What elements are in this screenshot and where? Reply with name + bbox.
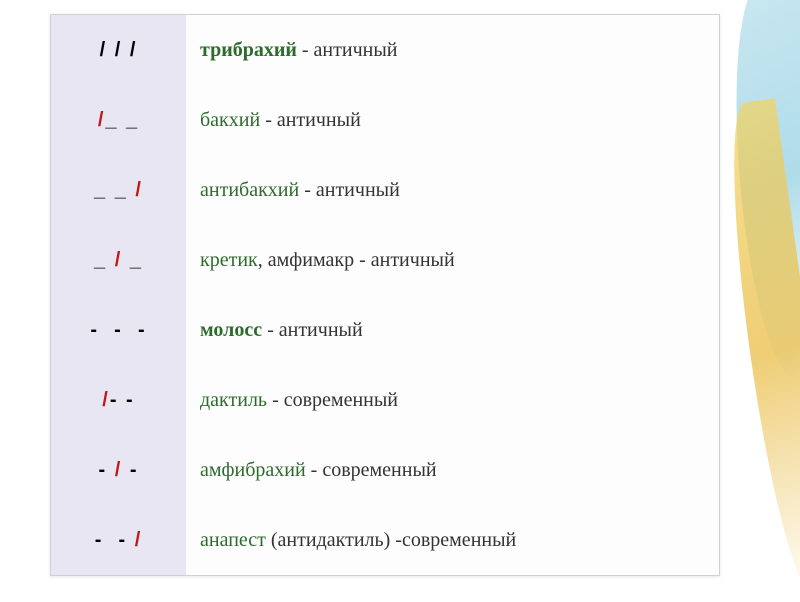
meter-term: анапест — [200, 529, 266, 551]
meter-origin: - современный — [306, 459, 437, 481]
table-row: _ / _ кретик, амфимакр - античный — [51, 225, 719, 295]
table-row: - - - молосс - античный — [51, 295, 719, 365]
meter-term: антибакхий — [200, 179, 299, 201]
description-cell: анапест (антидактиль) -современный — [186, 529, 719, 552]
table-row: - / - амфибрахий - современный — [51, 435, 719, 505]
meter-term: трибрахий — [200, 39, 297, 61]
description-cell: антибакхий - античный — [186, 179, 719, 202]
meter-origin: - античный — [297, 39, 398, 61]
pattern-cell: - / - — [51, 435, 186, 505]
extra-term: , амфимакр — [258, 249, 354, 271]
description-cell: трибрахий - античный — [186, 39, 719, 62]
meter-term: бакхий — [200, 109, 260, 131]
table-row: / _ _ бакхий - античный — [51, 85, 719, 155]
description-cell: дактиль - современный — [186, 389, 719, 412]
meter-origin: - современный — [267, 389, 398, 411]
description-cell: кретик, амфимакр - античный — [186, 249, 719, 272]
table-row: / - - дактиль - современный — [51, 365, 719, 435]
extra-term: (антидактиль) — [266, 529, 390, 551]
meter-term: амфибрахий — [200, 459, 306, 481]
meter-origin: -современный — [390, 529, 516, 551]
meter-origin: - античный — [260, 109, 361, 131]
pattern-cell: _ _ / — [51, 155, 186, 225]
blue-swoosh — [723, 0, 800, 383]
description-cell: бакхий - античный — [186, 109, 719, 132]
pattern-cell: - - - — [51, 295, 186, 365]
meter-term: дактиль — [200, 389, 267, 411]
meter-origin: - античный — [354, 249, 455, 271]
meter-term: кретик — [200, 249, 258, 271]
table-row: / / / трибрахий - античный — [51, 15, 719, 85]
meter-term: молосс — [200, 319, 262, 341]
description-cell: амфибрахий - современный — [186, 459, 719, 482]
table-row: _ _ / антибакхий - античный — [51, 155, 719, 225]
pattern-cell: _ / _ — [51, 225, 186, 295]
meter-table: / / / трибрахий - античный / _ _ бакхий … — [50, 14, 720, 576]
meter-origin: - античный — [299, 179, 400, 201]
pattern-cell: / / / — [51, 15, 186, 85]
meter-origin: - античный — [262, 319, 363, 341]
yellow-swoosh — [715, 98, 800, 601]
pattern-cell: / _ _ — [51, 85, 186, 155]
table-row: - - / анапест (антидактиль) -современный — [51, 505, 719, 575]
description-cell: молосс - античный — [186, 319, 719, 342]
pattern-cell: - - / — [51, 505, 186, 575]
pattern-cell: / - - — [51, 365, 186, 435]
